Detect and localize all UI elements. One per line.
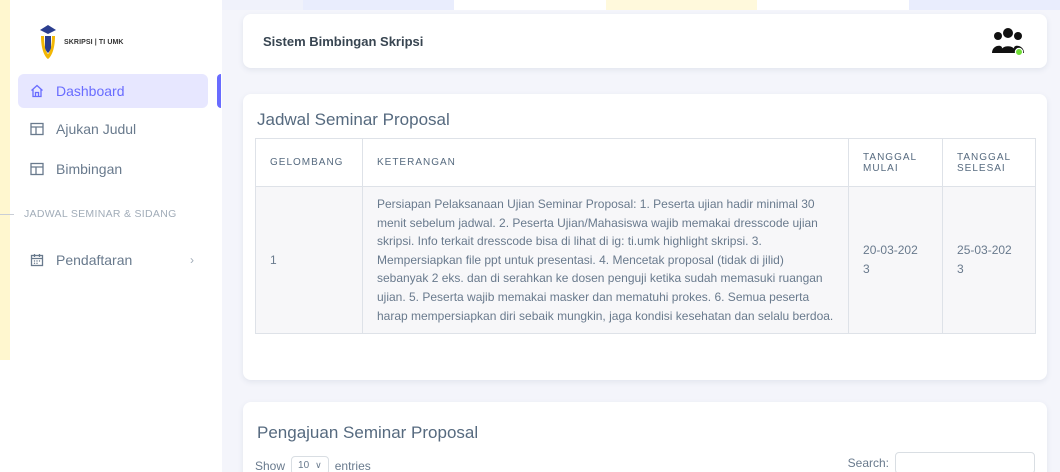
schedule-table: GELOMBANG KETERANGAN TANGGAL MULAI TANGG… xyxy=(255,138,1036,335)
graduation-logo-icon xyxy=(40,25,56,59)
entries-select[interactable]: 10 ∨ xyxy=(291,456,329,472)
sidebar-item-bimbingan[interactable]: Bimbingan xyxy=(18,152,208,186)
table-row: 1 Persiapan Pelaksanaan Ujian Seminar Pr… xyxy=(255,185,1036,335)
cell-tanggal-mulai: 20-03-2023 xyxy=(848,185,944,335)
sidebar-item-dashboard[interactable]: Dashboard xyxy=(18,74,208,108)
cell-keterangan: Persiapan Pelaksanaan Ujian Seminar Prop… xyxy=(361,185,850,335)
brand-logo[interactable]: SKRIPSI | TI UMK xyxy=(36,24,124,60)
app-title: Sistem Bimbingan Skripsi xyxy=(263,34,424,49)
column-header[interactable]: KETERANGAN xyxy=(361,138,850,187)
sidebar-item-ajukan-judul[interactable]: Ajukan Judul xyxy=(18,112,208,146)
entries-select-value: 10 xyxy=(298,460,310,471)
search-input[interactable] xyxy=(895,452,1035,472)
active-indicator xyxy=(217,74,221,108)
calendar-icon xyxy=(30,254,44,267)
layout-icon xyxy=(30,162,44,176)
cell-tanggal-selesai: 25-03-2023 xyxy=(942,185,1036,335)
pengajuan-seminar-card: Pengajuan Seminar Proposal Show 10 ∨ ent… xyxy=(243,402,1047,472)
layout-icon xyxy=(30,122,44,136)
section-divider xyxy=(0,213,14,215)
users-icon[interactable] xyxy=(991,26,1025,58)
sidebar-item-label: Dashboard xyxy=(56,83,125,99)
online-status-dot xyxy=(1014,47,1024,57)
sidebar-accent-strip xyxy=(0,0,10,360)
column-header[interactable]: TANGGAL MULAI xyxy=(848,138,944,187)
jadwal-seminar-card: Jadwal Seminar Proposal GELOMBANG KETERA… xyxy=(243,94,1047,380)
brand-logo-text: SKRIPSI | TI UMK xyxy=(64,38,124,46)
show-label: Show xyxy=(255,458,286,472)
entries-label: entries xyxy=(334,458,371,472)
chevron-down-icon: ∨ xyxy=(315,460,322,470)
entries-length-control: Show 10 ∨ entries xyxy=(255,456,371,472)
sidebar: SKRIPSI | TI UMK Dashboard Ajukan Judul … xyxy=(0,0,222,472)
sidebar-item-label: Pendaftaran xyxy=(56,252,133,268)
sidebar-item-label: Bimbingan xyxy=(56,161,123,177)
sidebar-section-header: JADWAL SEMINAR & SIDANG xyxy=(0,208,177,220)
card-title: Pengajuan Seminar Proposal xyxy=(257,423,479,442)
sidebar-item-label: Ajukan Judul xyxy=(56,121,137,137)
chevron-right-icon: › xyxy=(190,253,194,267)
table-header-row: GELOMBANG KETERANGAN TANGGAL MULAI TANGG… xyxy=(255,138,1036,187)
table-search: Search: xyxy=(848,452,1035,472)
cell-gelombang: 1 xyxy=(255,185,363,335)
top-navbar: Sistem Bimbingan Skripsi xyxy=(243,14,1047,68)
search-label: Search: xyxy=(847,456,889,470)
card-title: Jadwal Seminar Proposal xyxy=(257,110,450,129)
home-icon xyxy=(31,84,43,98)
section-label-text: JADWAL SEMINAR & SIDANG xyxy=(24,208,177,220)
column-header[interactable]: GELOMBANG xyxy=(255,138,363,187)
sidebar-item-pendaftaran[interactable]: Pendaftaran › xyxy=(18,243,208,277)
column-header[interactable]: TANGGAL SELESAI xyxy=(942,138,1036,187)
